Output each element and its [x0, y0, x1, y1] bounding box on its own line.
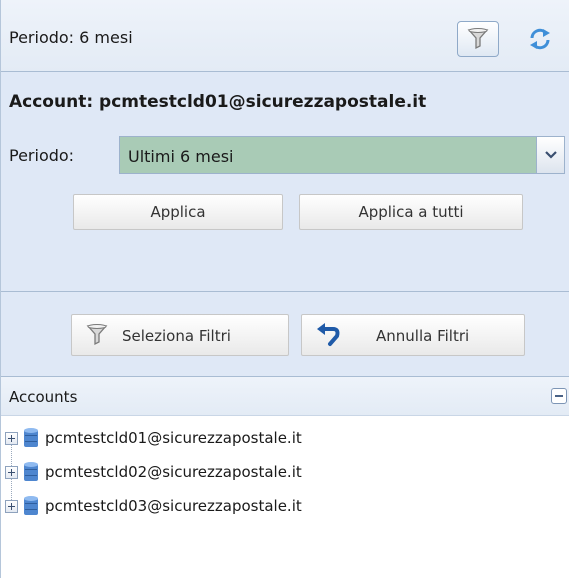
clear-filters-label: Annulla Filtri: [376, 327, 470, 345]
apply-all-button-label: Applica a tutti: [358, 203, 464, 221]
refresh-icon: [530, 28, 550, 50]
undo-arrow-icon: [317, 323, 340, 346]
account-filter-panel: Periodo: 6 mesi Account: pcmtestcld01@si…: [0, 0, 569, 578]
accounts-tree: pcmtestcld01@sicurezzapostale.it pcmtest…: [1, 416, 569, 578]
select-filters-button[interactable]: Seleziona Filtri: [71, 314, 289, 356]
plus-box-icon[interactable]: [5, 500, 18, 513]
panel-header: Periodo: 6 mesi: [1, 0, 569, 72]
chevron-down-icon: [544, 151, 557, 159]
filter-toggle-button[interactable]: [457, 21, 499, 57]
apply-button[interactable]: Applica: [73, 194, 283, 230]
collapse-accounts-button[interactable]: [551, 388, 567, 404]
refresh-button[interactable]: [525, 24, 555, 54]
accounts-header: Accounts: [1, 376, 569, 416]
database-icon: [24, 428, 38, 447]
accounts-title: Accounts: [9, 388, 78, 406]
select-filters-label: Seleziona Filtri: [122, 327, 231, 345]
database-icon: [24, 496, 38, 515]
database-icon: [24, 462, 38, 481]
periodo-select-value: Ultimi 6 mesi: [128, 147, 234, 166]
apply-button-label: Applica: [150, 203, 206, 221]
tree-item-label: pcmtestcld01@sicurezzapostale.it: [45, 429, 302, 447]
tree-item[interactable]: pcmtestcld01@sicurezzapostale.it: [1, 424, 561, 454]
plus-box-icon[interactable]: [5, 466, 18, 479]
clear-filters-button[interactable]: Annulla Filtri: [301, 314, 525, 356]
period-title: Periodo: 6 mesi: [9, 28, 133, 47]
account-title: Account: pcmtestcld01@sicurezzapostale.i…: [9, 92, 427, 112]
funnel-icon: [467, 28, 489, 50]
apply-all-button[interactable]: Applica a tutti: [299, 194, 523, 230]
periodo-label: Periodo:: [9, 146, 75, 165]
filter-actions-section: Seleziona Filtri Annulla Filtri: [1, 292, 569, 376]
funnel-icon: [86, 324, 108, 346]
tree-item[interactable]: pcmtestcld03@sicurezzapostale.it: [1, 492, 561, 522]
periodo-select[interactable]: Ultimi 6 mesi: [119, 136, 565, 174]
filter-section: Account: pcmtestcld01@sicurezzapostale.i…: [1, 72, 569, 292]
tree-item-label: pcmtestcld02@sicurezzapostale.it: [45, 463, 302, 481]
plus-box-icon[interactable]: [5, 432, 18, 445]
tree-item-label: pcmtestcld03@sicurezzapostale.it: [45, 497, 302, 515]
tree-item[interactable]: pcmtestcld02@sicurezzapostale.it: [1, 458, 561, 488]
periodo-dropdown-button[interactable]: [536, 137, 564, 173]
